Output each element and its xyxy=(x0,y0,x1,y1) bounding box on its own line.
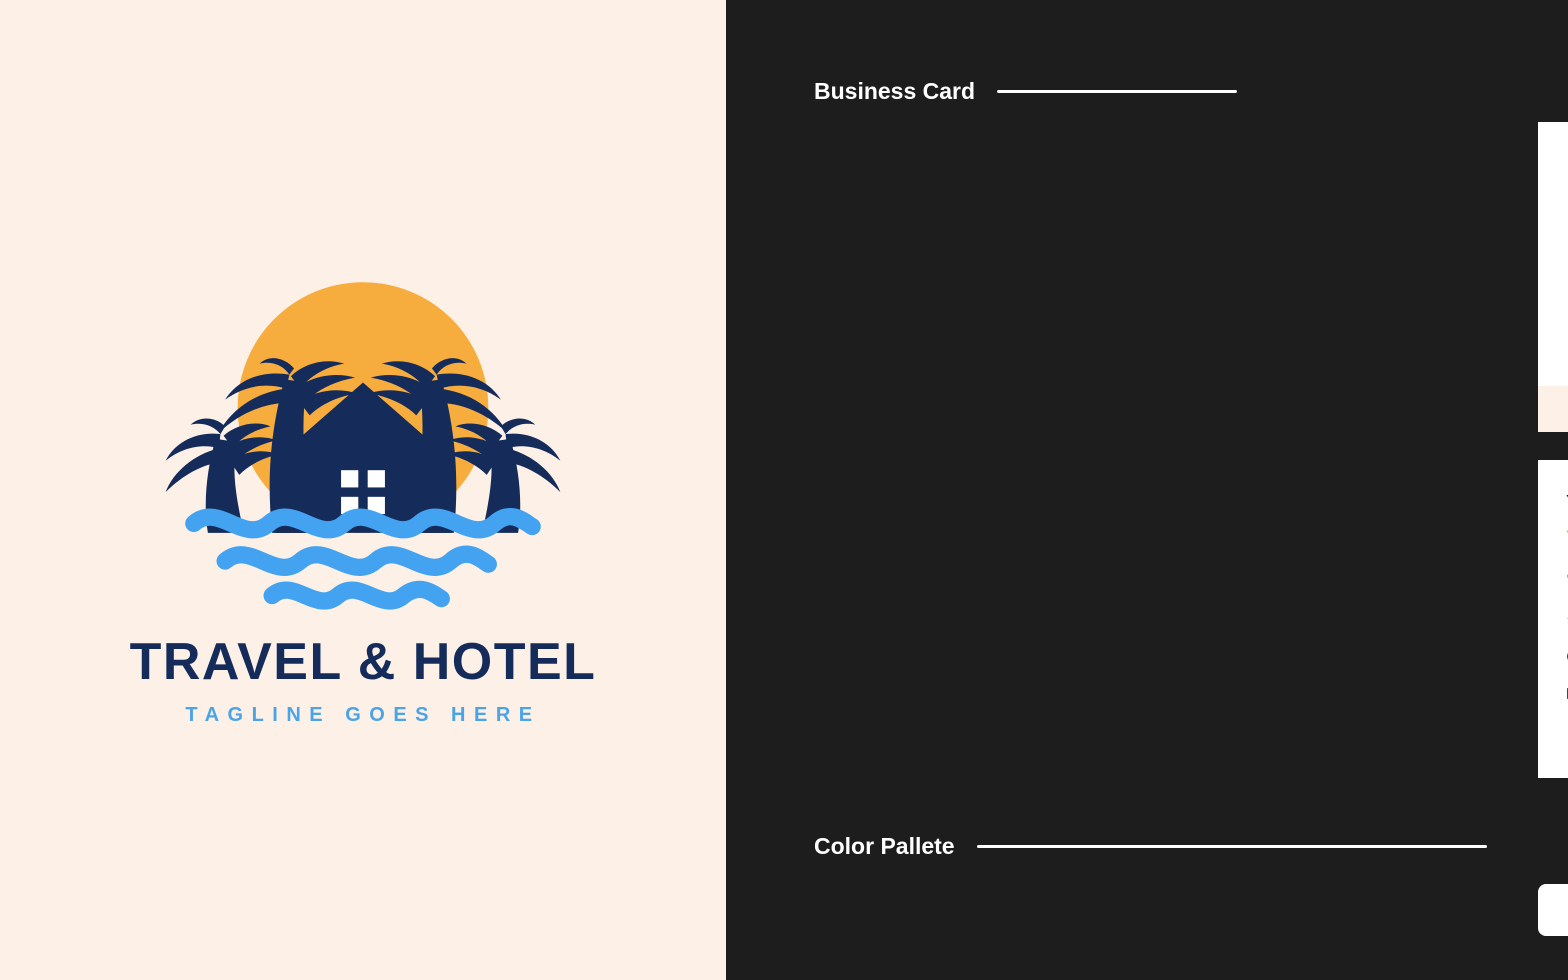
business-card-back[interactable]: Your name YOUR TITLE HERE +123 456 789 y… xyxy=(1538,460,1568,778)
card-back-white-panel xyxy=(1538,460,1568,778)
color-pallete-section-header: Color Pallete xyxy=(814,833,1487,860)
page-title: TRAVEL & HOTEL xyxy=(129,632,597,691)
business-card-section-header: Business Card xyxy=(814,78,1238,105)
brand-assets-panel: Business Card Icon xyxy=(726,0,1568,980)
color-pallete-heading: Color Pallete xyxy=(814,833,955,859)
header-divider xyxy=(976,845,1487,848)
business-card-heading: Business Card xyxy=(814,78,976,104)
business-card-front[interactable]: TRAVEL & HOTEL TAGLINE GOES HERE xyxy=(1538,122,1568,432)
card-front-accent-strip xyxy=(1538,386,1568,432)
header-divider xyxy=(997,90,1238,93)
logo-tagline: TAGLINE GOES HERE xyxy=(185,703,541,726)
swatch-white[interactable] xyxy=(1538,884,1568,936)
travel-hotel-logo xyxy=(128,254,598,614)
logo-showcase-panel: TRAVEL & HOTEL TAGLINE GOES HERE xyxy=(0,0,726,980)
